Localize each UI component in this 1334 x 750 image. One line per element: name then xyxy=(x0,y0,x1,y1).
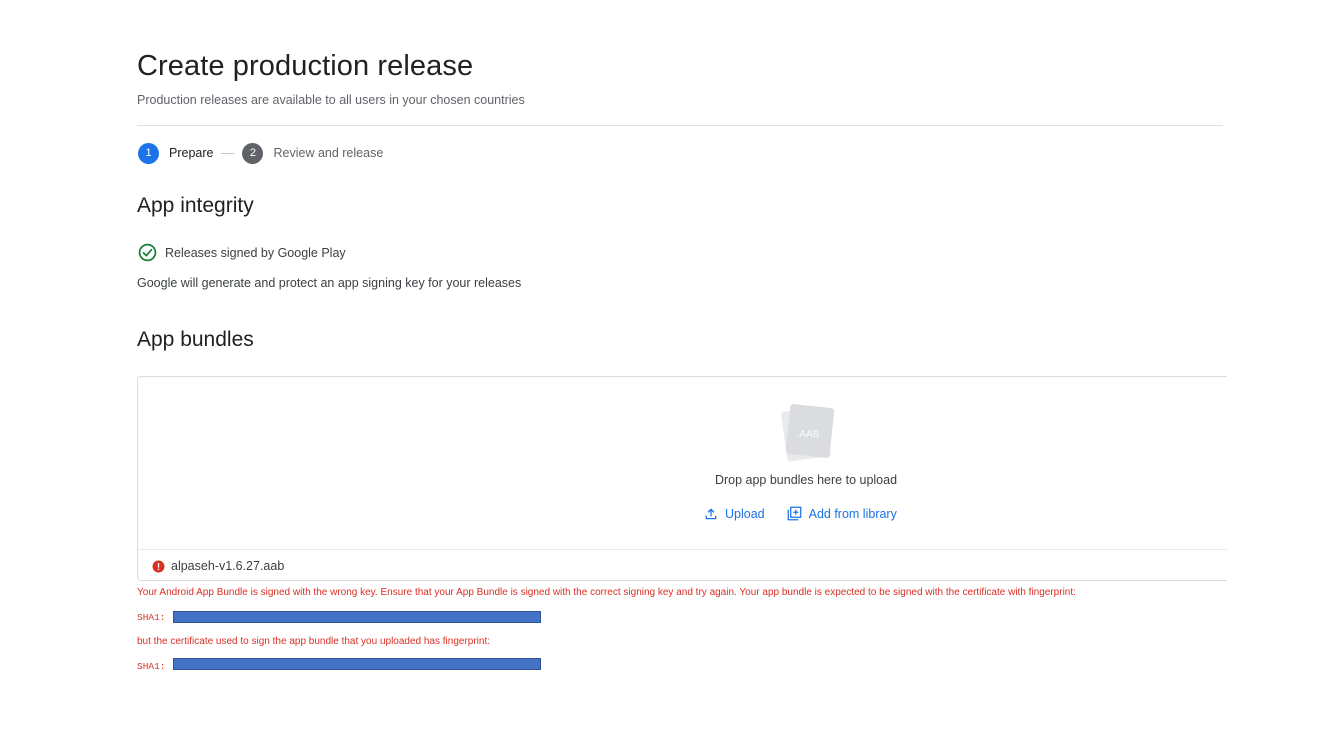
app-bundle-card: .AAB Drop app bundles here to upload Upl… xyxy=(137,376,1227,581)
check-circle-icon xyxy=(138,243,157,262)
upload-icon xyxy=(705,507,717,519)
step-2-label[interactable]: Review and release xyxy=(273,146,383,160)
uploaded-file-name: alpaseh-v1.6.27.aab xyxy=(171,559,285,573)
page-title: Create production release xyxy=(137,50,474,82)
step-2-number[interactable]: 2 xyxy=(242,142,264,164)
expected-sha1-label: SHA1: xyxy=(137,612,166,623)
integrity-description: Google will generate and protect an app … xyxy=(137,276,522,290)
library-add-icon xyxy=(787,506,801,521)
add-from-library-button[interactable]: Add from library xyxy=(787,506,897,521)
step-1-number[interactable]: 1 xyxy=(138,142,159,164)
uploaded-fingerprint-message: but the certificate used to sign the app… xyxy=(137,636,491,647)
aab-icon-label: .AAB xyxy=(797,429,820,440)
header-divider xyxy=(137,125,1223,126)
drop-zone-actions: Upload Add from library xyxy=(704,506,897,521)
step-1-label[interactable]: Prepare xyxy=(169,146,213,160)
upload-button[interactable]: Upload xyxy=(704,507,765,521)
aab-file-icon: .AAB xyxy=(781,404,835,462)
add-from-library-label: Add from library xyxy=(808,506,897,521)
uploaded-fingerprint-redaction xyxy=(173,658,541,670)
error-icon xyxy=(152,560,165,572)
wrong-key-error-message: Your Android App Bundle is signed with t… xyxy=(137,587,1076,598)
drop-zone-text: Drop app bundles here to upload xyxy=(714,473,898,487)
uploaded-file-row: alpaseh-v1.6.27.aab xyxy=(138,549,1227,582)
step-connector xyxy=(221,152,235,154)
app-bundles-heading: App bundles xyxy=(137,328,254,351)
integrity-status-text: Releases signed by Google Play xyxy=(165,245,346,260)
uploaded-sha1-label: SHA1: xyxy=(137,661,166,672)
create-release-page: Create production release Production rel… xyxy=(0,0,1334,750)
app-integrity-heading: App integrity xyxy=(137,194,254,217)
release-stepper: 1 Prepare 2 Review and release xyxy=(138,142,383,164)
upload-label: Upload xyxy=(725,506,765,521)
integrity-status: Releases signed by Google Play xyxy=(138,243,346,262)
expected-fingerprint-redaction xyxy=(173,611,541,623)
page-subtitle: Production releases are available to all… xyxy=(137,93,525,107)
bundle-drop-zone[interactable]: .AAB Drop app bundles here to upload Upl… xyxy=(138,377,1227,549)
